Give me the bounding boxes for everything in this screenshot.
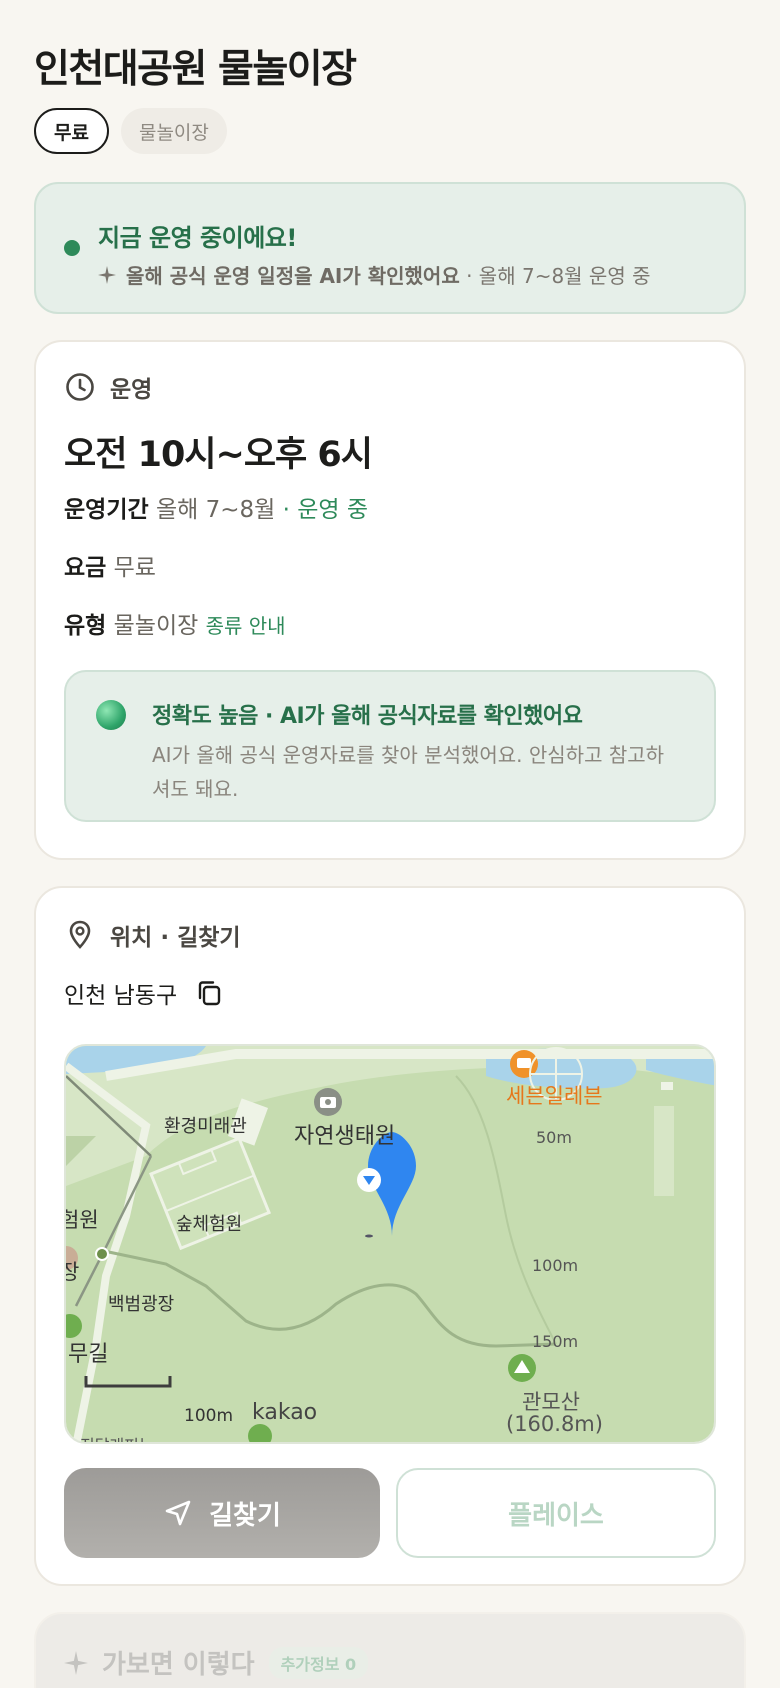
location-label: 위치 · 길찾기: [110, 925, 241, 951]
map-label-store: 세븐일레븐: [506, 1084, 603, 1108]
period-key: 운영기간: [64, 497, 149, 523]
map-contour-150: 150m: [532, 1332, 579, 1351]
fee-key: 요금: [64, 555, 107, 581]
type-value: 물놀이장: [113, 613, 199, 639]
fee-value: 무료: [113, 555, 156, 581]
operation-header: 운영: [64, 370, 152, 404]
type-guide-link[interactable]: 종류 안내: [206, 614, 286, 638]
page-title: 인천대공원 물놀이장: [34, 47, 357, 92]
fee-row: 요금 무료: [64, 548, 156, 582]
map-label-mountain-height: (160.8m): [506, 1412, 603, 1436]
map-scale-label: 100m: [184, 1406, 234, 1426]
map-labels: 환경미래관 자연생태원 세븐일레븐 숲체험원 백범광장 험원 장 무길 관모산 …: [66, 1046, 714, 1442]
ai-accuracy-desc: AI가 올해 공식 운영자료를 찾아 분석했어요. 안심하고 참고하셔도 돼요.: [152, 743, 665, 801]
period-row: 운영기간 올해 7~8월 · 운영 중: [64, 490, 368, 524]
status-subline: 올해 공식 운영 일정을 AI가 확인했어요 · 올해 7~8월 운영 중: [98, 260, 651, 289]
map-label-left1: 험원: [66, 1208, 99, 1232]
place-button-label: 플레이스: [508, 1500, 604, 1531]
navigation-arrow-icon: [165, 1500, 191, 1526]
map-label-plaza: 백범광장: [108, 1294, 175, 1315]
location-pin-icon: [69, 920, 91, 949]
ai-accuracy-title: 정확도 높음 · AI가 올해 공식자료를 확인했어요: [152, 704, 583, 729]
operating-status-banner: 지금 운영 중이에요! 올해 공식 운영 일정을 AI가 확인했어요 · 올해 …: [34, 182, 746, 314]
tag-chips: 무료 물놀이장: [34, 108, 227, 154]
status-dot: [64, 240, 80, 256]
route-button-label: 길찾기: [209, 1500, 281, 1531]
experience-tag: 추가정보 0: [268, 1646, 369, 1679]
chip-free[interactable]: 무료: [34, 108, 109, 154]
clock-icon: [66, 373, 94, 401]
ai-orb-icon: [96, 700, 126, 730]
operating-hours: 오전 10시~오후 6시: [64, 435, 373, 475]
experience-title: 가보면 이렇다: [102, 1650, 255, 1680]
copy-icon[interactable]: [195, 979, 223, 1007]
status-sub-bold: 올해 공식 운영 일정을 AI가 확인했어요: [126, 264, 460, 288]
address-row: 인천 남동구: [64, 976, 223, 1010]
status-sub-rest: · 올해 7~8월 운영 중: [466, 264, 651, 288]
route-button[interactable]: 길찾기: [64, 1468, 380, 1558]
operation-card: 운영 오전 10시~오후 6시 운영기간 올해 7~8월 · 운영 중 요금 무…: [34, 340, 746, 860]
map-view[interactable]: 환경미래관 자연생태원 세븐일레븐 숲체험원 백범광장 험원 장 무길 관모산 …: [64, 1044, 716, 1444]
period-value: 올해 7~8월: [155, 497, 276, 523]
map-label-left2: 장: [66, 1256, 79, 1286]
map-label-forest: 숲체험원: [176, 1214, 243, 1235]
map-contour-50: 50m: [536, 1128, 572, 1147]
location-header: 위치 · 길찾기: [64, 918, 241, 952]
map-contour-100: 100m: [532, 1256, 579, 1275]
sparkle-icon: [64, 1650, 88, 1675]
location-card: 위치 · 길찾기 인천 남동구 환경미래관 자연생태원 세븐일레븐 숲체험원 백…: [34, 886, 746, 1586]
map-label-eco: 자연생태원: [294, 1124, 396, 1149]
chip-category[interactable]: 물놀이장: [120, 108, 227, 154]
kakao-logo: kakao: [252, 1400, 318, 1425]
operation-label: 운영: [110, 377, 153, 403]
status-headline: 지금 운영 중이에요!: [98, 224, 297, 252]
sparkle-icon: [98, 265, 116, 284]
map-label-museum: 환경미래관: [164, 1116, 247, 1137]
map-label-left3: 무길: [68, 1342, 109, 1367]
period-status: · 운영 중: [282, 497, 369, 523]
type-key: 유형: [64, 613, 107, 639]
type-row: 유형 물놀이장 종류 안내: [64, 606, 286, 640]
ai-accuracy-box: 정확도 높음 · AI가 올해 공식자료를 확인했어요 AI가 올해 공식 운영…: [64, 670, 716, 822]
action-buttons: 길찾기 플레이스: [64, 1468, 716, 1558]
address-text: 인천 남동구: [64, 983, 178, 1009]
map-label-bottom: 진달래피는: [80, 1432, 154, 1442]
experience-header: 가보면 이렇다 추가정보 0: [64, 1644, 369, 1681]
place-button[interactable]: 플레이스: [396, 1468, 716, 1558]
experience-card: 가보면 이렇다 추가정보 0: [34, 1612, 746, 1688]
